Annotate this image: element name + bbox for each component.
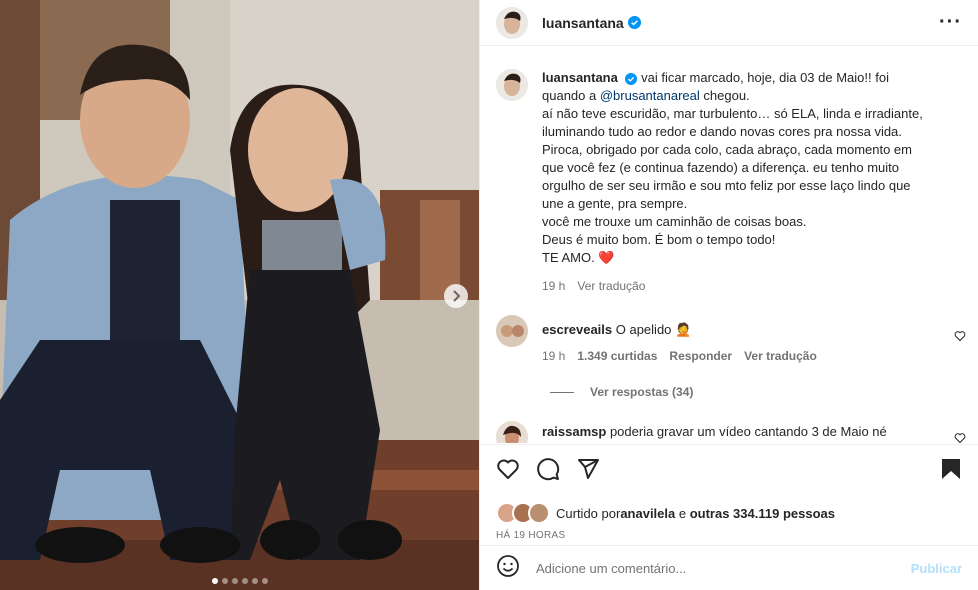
comment-likes-count[interactable]: 1.349 curtidas	[577, 347, 657, 365]
likes-summary: Curtido por anavilela e outras 334.119 p…	[496, 502, 962, 524]
chevron-right-icon	[453, 290, 461, 302]
caption-line-1: vai ficar marcado, hoje, dia 03 de Maio!…	[641, 70, 889, 85]
carousel-dot	[261, 578, 268, 584]
caption-translate-link[interactable]: Ver tradução	[577, 277, 645, 295]
comment-bubble-icon[interactable]	[536, 457, 560, 486]
view-replies-button[interactable]: Ver respostas (34)	[480, 385, 978, 399]
commenter-avatar[interactable]	[496, 421, 528, 443]
caption-text: luansantana vai ficar marcado, hoje, dia…	[542, 69, 962, 295]
carousel-dots	[0, 578, 479, 584]
carousel-dot	[221, 578, 228, 584]
reply-button[interactable]: Responder	[669, 347, 732, 365]
comment-time[interactable]: 19 h	[542, 347, 565, 365]
like-comment-heart-icon[interactable]	[954, 431, 966, 443]
caption: luansantana vai ficar marcado, hoje, dia…	[480, 69, 978, 295]
comment-item: escreveails O apelido 🤦 19 h 1.349 curti…	[480, 315, 978, 365]
author-username[interactable]: luansantana	[542, 15, 624, 31]
avatar-image	[496, 421, 528, 443]
caption-username[interactable]: luansantana	[542, 70, 618, 85]
carousel-dot	[241, 578, 248, 584]
commenter-avatar[interactable]	[496, 315, 528, 347]
post-header: luansantana ···	[480, 0, 978, 46]
more-options-icon[interactable]: ···	[939, 11, 962, 34]
verified-badge-icon	[625, 72, 638, 85]
post-photo	[0, 0, 479, 590]
likes-prefix: Curtido por	[556, 505, 621, 521]
likes-others-count[interactable]: outras 334.119 pessoas	[690, 506, 835, 521]
heart-emoji: ❤️	[598, 250, 615, 265]
caption-time[interactable]: 19 h	[542, 277, 565, 295]
comment-text: poderia gravar um vídeo cantando 3 de Ma…	[609, 424, 887, 439]
comment-input[interactable]	[534, 559, 911, 577]
post-details-panel: luansantana ··· luansantana vai ficar ma…	[479, 0, 978, 590]
share-send-icon[interactable]	[576, 457, 600, 486]
comment-text: O apelido 🤦	[615, 322, 692, 337]
caption-line-4: iluminando tudo ao redor e dando novas c…	[542, 124, 902, 139]
post-time-ago[interactable]: HÁ 19 HORAS	[496, 530, 962, 541]
caption-line-6: que você fez (e continua fazendo) a dife…	[542, 160, 900, 175]
liker-avatars	[496, 502, 550, 524]
caption-line-2-post: chegou.	[699, 88, 750, 103]
comment-translate-link[interactable]: Ver tradução	[744, 347, 817, 365]
verified-badge-icon	[627, 16, 641, 29]
commenter-username[interactable]: raissamsp	[542, 424, 606, 439]
avatar-image	[496, 69, 528, 101]
caption-line-8: une a gente, pra sempre.	[542, 196, 688, 211]
caption-line-7: orgulho de ser seu irmão e sou mto feliz…	[542, 178, 911, 193]
view-replies-label: Ver respostas (34)	[590, 385, 694, 399]
next-photo-button[interactable]	[444, 284, 468, 308]
author-avatar[interactable]	[496, 6, 528, 39]
caption-line-2-pre: quando a	[542, 88, 600, 103]
save-bookmark-icon[interactable]	[940, 457, 962, 486]
comment-item: raissamsp poderia gravar um vídeo cantan…	[480, 421, 978, 443]
mention-link[interactable]: @brusantanareal	[600, 88, 700, 103]
likes-middle: e	[675, 505, 690, 521]
post-actions: Curtido por anavilela e outras 334.119 p…	[480, 444, 978, 541]
commenter-username[interactable]: escreveails	[542, 322, 612, 337]
avatar-image	[496, 315, 528, 347]
caption-line-3: aí não teve escuridão, mar turbulento… s…	[542, 106, 923, 121]
photo-image	[0, 0, 479, 590]
like-comment-heart-icon[interactable]	[954, 329, 966, 347]
replies-line	[550, 391, 574, 393]
caption-line-10: Deus é muito bom. É bom o tempo todo!	[542, 232, 776, 247]
carousel-dot	[251, 578, 258, 584]
caption-line-9: você me trouxe um caminhão de coisas boa…	[542, 214, 807, 229]
carousel-dot	[211, 578, 218, 584]
caption-line-11: TE AMO.	[542, 250, 599, 265]
like-heart-icon[interactable]	[496, 457, 520, 486]
carousel-dot	[231, 578, 238, 584]
add-comment-bar: Publicar	[480, 545, 978, 590]
publish-button[interactable]: Publicar	[911, 561, 962, 576]
emoji-icon[interactable]	[496, 554, 520, 583]
liked-by-user[interactable]: anavilela	[620, 506, 675, 521]
caption-author-avatar[interactable]	[496, 69, 528, 101]
caption-line-5: Piroca, obrigado por cada colo, cada abr…	[542, 142, 912, 157]
comments-scroll-area[interactable]: luansantana vai ficar marcado, hoje, dia…	[480, 55, 978, 443]
liker-avatar	[528, 502, 550, 524]
avatar-image	[496, 6, 528, 39]
